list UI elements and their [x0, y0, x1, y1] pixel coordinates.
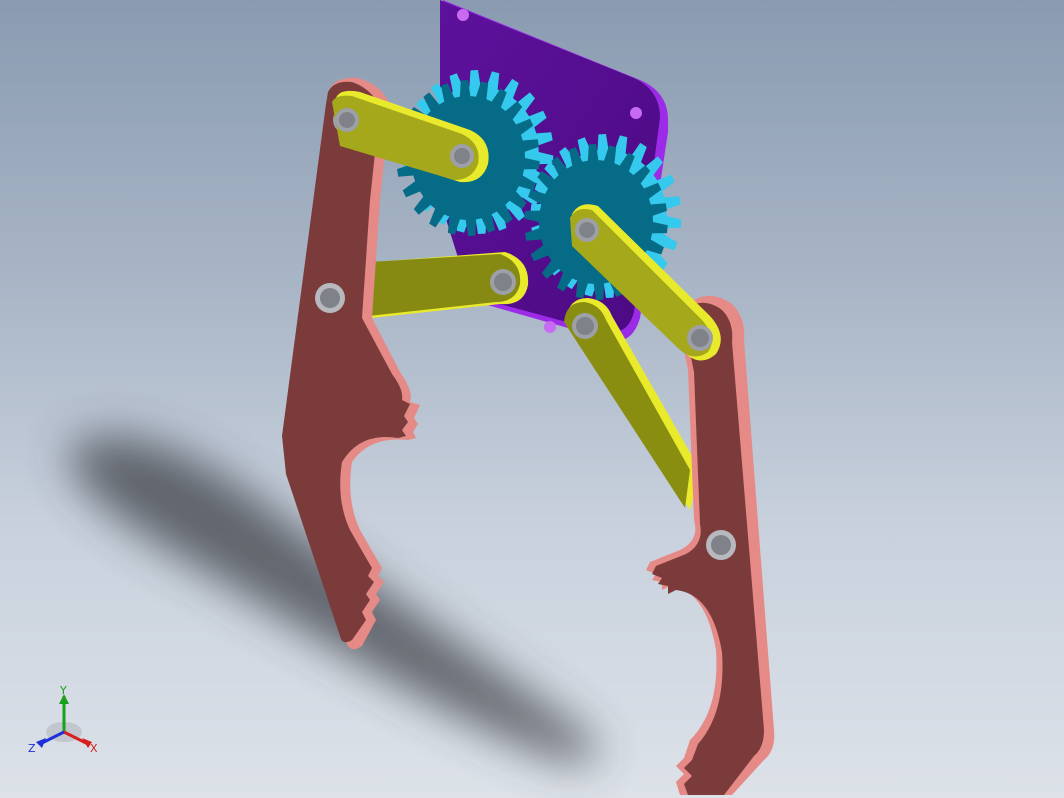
- plate-hole: [544, 321, 556, 333]
- plate-hole: [457, 9, 469, 21]
- y-axis-label: Y: [59, 686, 67, 697]
- cad-model-scene[interactable]: [0, 0, 1064, 798]
- graphics-viewport[interactable]: Y X Z: [0, 0, 1064, 798]
- orientation-triad[interactable]: Y X Z: [22, 686, 112, 766]
- x-axis-label: X: [90, 742, 98, 755]
- gripper-jaw-right[interactable]: [646, 295, 775, 795]
- plate-hole: [630, 107, 642, 119]
- z-axis-label: Z: [28, 742, 36, 755]
